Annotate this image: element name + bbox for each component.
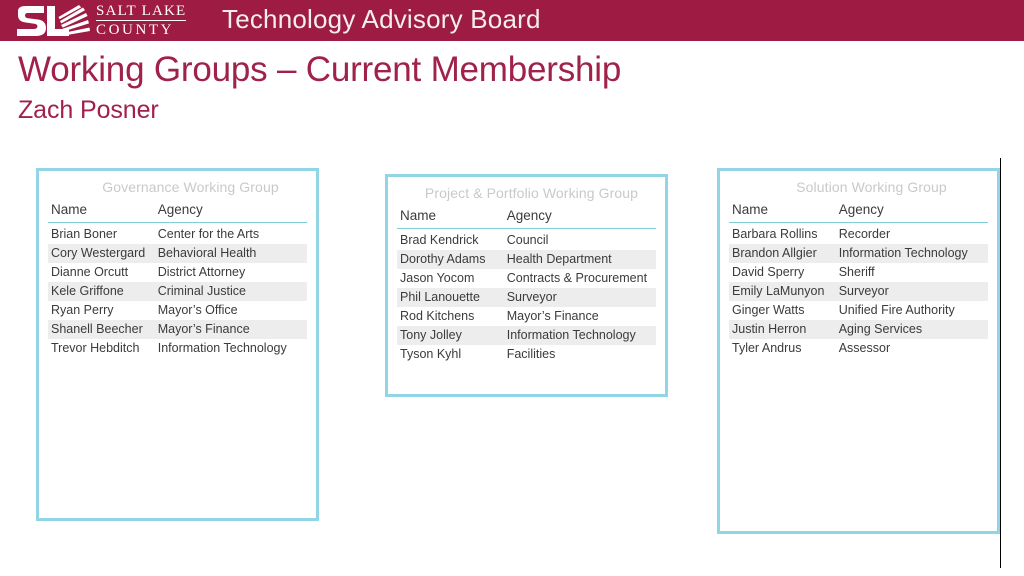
cell-name: Kele Griffone xyxy=(48,281,155,301)
table-row: Ryan Perry Mayor’s Office xyxy=(48,301,307,320)
cell-agency: Mayor’s Finance xyxy=(154,319,307,339)
cell-name: Jason Yocom xyxy=(400,271,475,285)
cell-name: Dorothy Adams xyxy=(397,249,504,269)
cell-name: Phil Lanouette xyxy=(397,287,504,307)
table-header-row: Name Agency xyxy=(48,202,307,223)
group-heading: Governance Working Group xyxy=(102,179,279,195)
page-subtitle: Zach Posner xyxy=(18,96,159,124)
cell-name: Emily LaMunyon xyxy=(729,281,836,301)
table-row: Brad Kendrick Council xyxy=(397,229,656,250)
cell-agency: Information Technology xyxy=(835,243,988,263)
table-row: Dorothy Adams Health Department xyxy=(397,249,656,269)
cell-agency: Unified Fire Authority xyxy=(838,303,955,317)
header-bar: SALT LAKE COUNTY Technology Advisory Boa… xyxy=(0,0,1024,41)
salt-lake-county-logo: SALT LAKE COUNTY xyxy=(14,3,204,39)
page-title: Working Groups – Current Membership xyxy=(18,50,622,89)
group-heading: Solution Working Group xyxy=(796,179,947,195)
cell-name: Justin Herron xyxy=(729,319,836,339)
cell-name: Brad Kendrick xyxy=(400,233,479,247)
cell-agency: Facilities xyxy=(506,347,556,361)
cell-agency: Aging Services xyxy=(835,319,988,339)
cell-agency: Mayor’s Finance xyxy=(506,309,599,323)
cell-name: Rod Kitchens xyxy=(400,309,475,323)
column-header-agency: Agency xyxy=(503,208,656,229)
column-header-agency: Agency xyxy=(835,202,988,223)
table-row: Phil Lanouette Surveyor xyxy=(397,287,656,307)
cell-name: Ryan Perry xyxy=(51,303,114,317)
table-row: Emily LaMunyon Surveyor xyxy=(729,281,988,301)
cell-agency: District Attorney xyxy=(157,265,246,279)
membership-table: Name Agency Barbara Rollins Recorder Bra… xyxy=(729,202,988,358)
cell-name: Trevor Hebditch xyxy=(51,341,140,355)
column-header-agency: Agency xyxy=(154,202,307,223)
working-group-card-governance: Governance Working Group Name Agency Bri… xyxy=(36,168,319,521)
membership-table: Name Agency Brad Kendrick Council Doroth… xyxy=(397,208,656,364)
cell-agency: Surveyor xyxy=(503,287,656,307)
cell-agency: Sheriff xyxy=(838,265,875,279)
table-row: Shanell Beecher Mayor’s Finance xyxy=(48,319,307,339)
table-header-row: Name Agency xyxy=(397,208,656,229)
table-row: Trevor Hebditch Information Technology xyxy=(48,339,307,358)
table-row: Rod Kitchens Mayor’s Finance xyxy=(397,307,656,326)
cell-agency: Contracts & Procurement xyxy=(506,271,648,285)
table-row: Brian Boner Center for the Arts xyxy=(48,223,307,244)
table-row: Brandon Allgier Information Technology xyxy=(729,243,988,263)
cell-agency: Information Technology xyxy=(157,341,287,355)
cell-name: Barbara Rollins xyxy=(732,227,818,241)
cell-name: Dianne Orcutt xyxy=(51,265,129,279)
working-group-card-project-portfolio: Project & Portfolio Working Group Name A… xyxy=(385,174,668,397)
group-heading: Project & Portfolio Working Group xyxy=(424,185,639,201)
cell-agency: Center for the Arts xyxy=(157,227,260,241)
cell-name: Brandon Allgier xyxy=(729,243,836,263)
cell-agency: Mayor’s Office xyxy=(157,303,238,317)
cell-name: Shanell Beecher xyxy=(48,319,155,339)
table-row: Kele Griffone Criminal Justice xyxy=(48,281,307,301)
cell-agency: Criminal Justice xyxy=(154,281,307,301)
logo-line-1: SALT LAKE xyxy=(96,3,187,21)
header-title: Technology Advisory Board xyxy=(222,4,541,34)
column-header-name: Name xyxy=(397,208,504,229)
table-row: Justin Herron Aging Services xyxy=(729,319,988,339)
cell-agency: Health Department xyxy=(503,249,656,269)
column-header-name: Name xyxy=(729,202,836,223)
table-row: Tony Jolley Information Technology xyxy=(397,325,656,345)
cell-name: Tyler Andrus xyxy=(732,341,802,355)
cell-name: David Sperry xyxy=(732,265,805,279)
cell-name: Ginger Watts xyxy=(732,303,805,317)
table-row: David Sperry Sheriff xyxy=(729,263,988,282)
cell-agency: Surveyor xyxy=(835,281,988,301)
table-row: Tyson Kyhl Facilities xyxy=(397,345,656,364)
membership-table: Name Agency Brian Boner Center for the A… xyxy=(48,202,307,358)
table-row: Barbara Rollins Recorder xyxy=(729,223,988,244)
cell-agency: Information Technology xyxy=(503,325,656,345)
cell-name: Tony Jolley xyxy=(397,325,504,345)
table-row: Jason Yocom Contracts & Procurement xyxy=(397,269,656,288)
cell-name: Cory Westergard xyxy=(48,243,155,263)
working-group-card-solution: Solution Working Group Name Agency Barba… xyxy=(717,168,1000,534)
table-header-row: Name Agency xyxy=(729,202,988,223)
sl-monogram-icon xyxy=(14,4,92,38)
cell-agency: Assessor xyxy=(838,341,891,355)
table-row: Dianne Orcutt District Attorney xyxy=(48,263,307,282)
table-row: Ginger Watts Unified Fire Authority xyxy=(729,301,988,320)
cell-name: Brian Boner xyxy=(51,227,118,241)
table-row: Cory Westergard Behavioral Health xyxy=(48,243,307,263)
logo-line-2: COUNTY xyxy=(96,22,175,38)
column-header-name: Name xyxy=(48,202,155,223)
table-row: Tyler Andrus Assessor xyxy=(729,339,988,358)
cell-agency: Recorder xyxy=(838,227,891,241)
cell-agency: Council xyxy=(506,233,549,247)
cell-agency: Behavioral Health xyxy=(154,243,307,263)
slide-edge-rule xyxy=(1000,158,1001,568)
logo-wordmark: SALT LAKE COUNTY xyxy=(96,3,187,38)
cell-name: Tyson Kyhl xyxy=(400,347,462,361)
